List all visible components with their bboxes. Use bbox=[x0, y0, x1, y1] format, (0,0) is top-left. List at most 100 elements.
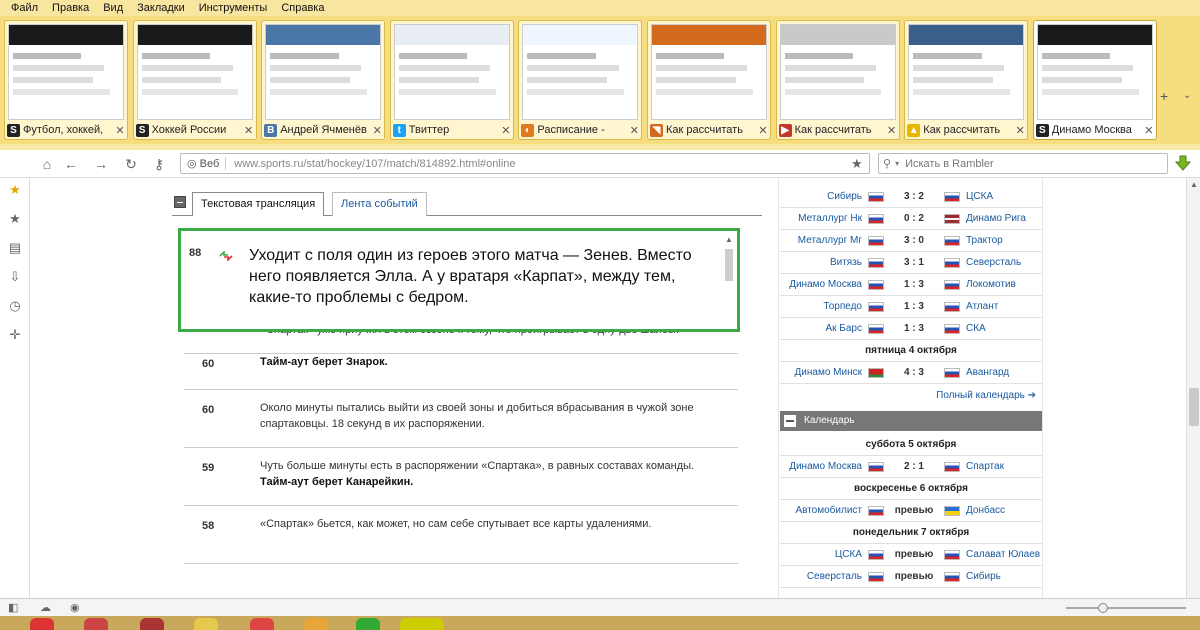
match-score[interactable]: превью bbox=[886, 571, 942, 582]
zoom-knob[interactable] bbox=[1098, 603, 1108, 613]
tab-thumbnail[interactable] bbox=[1036, 24, 1153, 120]
cloud-icon[interactable]: ☁ bbox=[40, 601, 51, 614]
downloads-icon[interactable]: ⇩ bbox=[7, 269, 23, 285]
close-icon[interactable]: ✕ bbox=[501, 124, 511, 137]
away-team-link[interactable]: Авангард bbox=[962, 367, 1042, 378]
away-team-link[interactable]: Северсталь bbox=[962, 257, 1042, 268]
close-icon[interactable]: ✕ bbox=[758, 124, 768, 137]
close-icon[interactable]: ✕ bbox=[244, 124, 254, 137]
away-team-link[interactable]: Динамо Рига bbox=[962, 213, 1042, 224]
away-team-link[interactable]: Донбасс bbox=[962, 505, 1042, 516]
away-team-link[interactable]: Трактор bbox=[962, 235, 1042, 246]
home-team-link[interactable]: Витязь bbox=[780, 257, 866, 268]
home-team-link[interactable]: Сибирь bbox=[780, 191, 866, 202]
away-team-link[interactable]: Сибирь bbox=[962, 571, 1042, 582]
home-team-link[interactable]: ЦСКА bbox=[780, 549, 866, 560]
forward-icon[interactable]: → bbox=[92, 155, 110, 173]
match-score[interactable]: 3 : 2 bbox=[886, 191, 942, 202]
away-team-link[interactable]: Локомотив bbox=[962, 279, 1042, 290]
new-tab-icon[interactable]: + bbox=[1160, 88, 1168, 104]
browser-tab[interactable]: ◥ Как рассчитать ✕ bbox=[647, 20, 771, 140]
tab-thumbnail[interactable] bbox=[393, 24, 510, 120]
bookmarks-star-icon[interactable]: ★ bbox=[7, 211, 23, 227]
browser-tab[interactable]: S Хоккей России ✕ bbox=[132, 20, 257, 140]
browser-tab[interactable]: ▲ Как рассчитать ✕ bbox=[904, 20, 1029, 140]
menu-bookmarks[interactable]: Закладки bbox=[130, 2, 192, 14]
taskbar-app-icon[interactable] bbox=[304, 618, 328, 630]
home-team-link[interactable]: Динамо Минск bbox=[780, 367, 866, 378]
full-calendar-link[interactable]: Полный календарь ➔ bbox=[780, 386, 1036, 406]
notes-icon[interactable]: ▤ bbox=[7, 240, 23, 256]
menu-edit[interactable]: Правка bbox=[45, 2, 96, 14]
match-score[interactable]: 0 : 2 bbox=[886, 213, 942, 224]
away-team-link[interactable]: Спартак bbox=[962, 461, 1042, 472]
scroll-up-icon[interactable]: ▲ bbox=[725, 235, 733, 244]
collapse-icon[interactable] bbox=[784, 415, 796, 427]
tab-thumbnail[interactable] bbox=[136, 24, 253, 120]
taskbar-app-icon[interactable] bbox=[400, 618, 444, 630]
browser-tab[interactable]: ▶ Как рассчитать ✕ bbox=[775, 20, 900, 140]
taskbar-app-icon[interactable] bbox=[84, 618, 108, 630]
menu-tools[interactable]: Инструменты bbox=[192, 2, 275, 14]
turbo-icon[interactable]: ◉ bbox=[70, 601, 80, 614]
away-team-link[interactable]: Салават Юлаев bbox=[962, 549, 1042, 560]
tab-text-broadcast[interactable]: Текстовая трансляция bbox=[192, 192, 325, 216]
home-team-link[interactable]: Металлург Мг bbox=[780, 235, 866, 246]
taskbar-app-icon[interactable] bbox=[250, 618, 274, 630]
browser-tab[interactable]: В Андрей Ячменёв ✕ bbox=[261, 20, 386, 140]
match-score[interactable]: 3 : 0 bbox=[886, 235, 942, 246]
tab-thumbnail[interactable] bbox=[651, 24, 767, 120]
star-icon[interactable]: ★ bbox=[851, 156, 865, 172]
taskbar-app-icon[interactable] bbox=[140, 618, 164, 630]
zoom-slider[interactable] bbox=[1066, 603, 1186, 613]
close-icon[interactable]: ✕ bbox=[115, 124, 125, 137]
tab-event-feed[interactable]: Лента событий bbox=[332, 192, 427, 216]
away-team-link[interactable]: СКА bbox=[962, 323, 1042, 334]
chevron-down-icon[interactable]: ⌄ bbox=[1183, 90, 1191, 101]
url-text[interactable]: www.sports.ru/stat/hockey/107/match/8148… bbox=[226, 158, 851, 170]
search-engine-chevron-icon[interactable]: ▾ bbox=[895, 159, 899, 168]
away-team-link[interactable]: ЦСКА bbox=[962, 191, 1042, 202]
download-icon[interactable] bbox=[1174, 154, 1192, 172]
add-panel-icon[interactable]: ✛ bbox=[7, 327, 23, 343]
reload-icon[interactable]: ↻ bbox=[122, 155, 140, 173]
close-icon[interactable]: ✕ bbox=[629, 124, 639, 137]
menu-view[interactable]: Вид bbox=[96, 2, 130, 14]
home-team-link[interactable]: Ак Барс bbox=[780, 323, 866, 334]
browser-tab[interactable]: S Динамо Москва ✕ bbox=[1032, 20, 1157, 140]
scroll-thumb[interactable] bbox=[725, 249, 733, 281]
browser-tab[interactable]: ◐ Расписание - ✕ bbox=[518, 20, 643, 140]
away-team-link[interactable]: Атлант bbox=[962, 301, 1042, 312]
home-team-link[interactable]: Автомобилист bbox=[780, 505, 866, 516]
tab-thumbnail[interactable] bbox=[522, 24, 639, 120]
match-score[interactable]: превью bbox=[886, 505, 942, 516]
taskbar-app-icon[interactable] bbox=[356, 618, 380, 630]
page-scrollbar[interactable]: ▲ bbox=[1186, 178, 1200, 598]
favorites-star-icon[interactable]: ★ bbox=[7, 182, 23, 198]
key-icon[interactable]: ⚷ bbox=[150, 155, 168, 173]
taskbar-app-icon[interactable] bbox=[30, 618, 54, 630]
tab-thumbnail[interactable] bbox=[265, 24, 382, 120]
tab-thumbnail[interactable] bbox=[8, 24, 124, 120]
match-score[interactable]: 1 : 3 bbox=[886, 323, 942, 334]
home-team-link[interactable]: Динамо Москва bbox=[780, 461, 866, 472]
home-team-link[interactable]: Северсталь bbox=[780, 571, 866, 582]
scroll-up-icon[interactable]: ▲ bbox=[1190, 180, 1198, 189]
close-icon[interactable]: ✕ bbox=[372, 124, 382, 137]
history-clock-icon[interactable]: ◷ bbox=[7, 298, 23, 314]
home-team-link[interactable]: Торпедо bbox=[780, 301, 866, 312]
match-score[interactable]: 1 : 3 bbox=[886, 279, 942, 290]
home-team-link[interactable]: Металлург Нк bbox=[780, 213, 866, 224]
event-scrollbar[interactable]: ▲ bbox=[723, 235, 735, 325]
browser-tab[interactable]: S Футбол, хоккей, ✕ bbox=[4, 20, 128, 140]
match-score[interactable]: 2 : 1 bbox=[886, 461, 942, 472]
search-input[interactable]: ⚲ ▾ Искать в Rambler bbox=[878, 153, 1168, 174]
browser-tab[interactable]: t Твиттер ✕ bbox=[389, 20, 514, 140]
match-score[interactable]: 4 : 3 bbox=[886, 367, 942, 378]
address-bar[interactable]: ◎ Веб www.sports.ru/stat/hockey/107/match… bbox=[180, 153, 870, 174]
tab-thumbnail[interactable] bbox=[908, 24, 1025, 120]
panel-toggle-icon[interactable]: ◧ bbox=[8, 601, 18, 614]
close-icon[interactable]: ✕ bbox=[1015, 124, 1025, 137]
back-icon[interactable]: ← bbox=[62, 155, 80, 173]
match-score[interactable]: 1 : 3 bbox=[886, 301, 942, 312]
